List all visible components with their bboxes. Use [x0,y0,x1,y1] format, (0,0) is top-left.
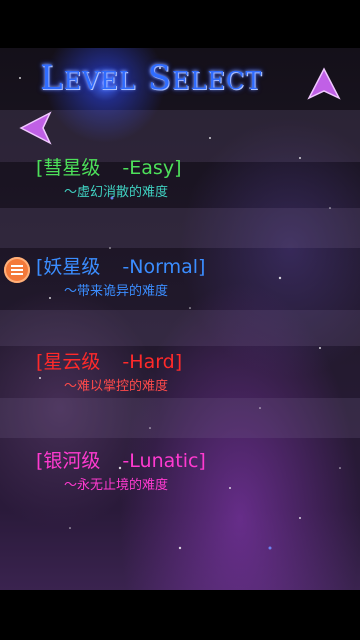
level-description: ～带来诡异的难度 [64,284,169,299]
level-description: ～虚幻消散的难度 [64,185,169,200]
top-black-bar [0,0,360,48]
page-title: Level Select [40,58,263,98]
level-rank-label: [星云级 [36,351,101,373]
level-rank-label: [银河级 [36,450,101,472]
triangle-up-icon[interactable] [306,66,342,102]
floating-menu-button[interactable] [4,257,30,283]
level-normal-button[interactable]: [妖星级 -Normal] ～带来诡异的难度 [36,255,336,301]
level-rank-label: [妖星级 [36,256,101,278]
level-difficulty-label: -Easy] [122,157,182,179]
level-hard-button[interactable]: [星云级 -Hard] ～难以掌控的难度 [36,350,336,396]
space-background [0,48,360,590]
level-lunatic-button[interactable]: [银河级 -Lunatic] ～永无止境的难度 [36,449,336,495]
level-description: ～难以掌控的难度 [64,379,169,394]
starfield [19,66,341,550]
level-name: [彗星级 -Easy] [36,156,336,180]
bottom-black-bar [0,590,360,640]
level-easy-button[interactable]: [彗星级 -Easy] ～虚幻消散的难度 [36,156,336,202]
level-name: [妖星级 -Normal] [36,255,336,279]
level-name: [星云级 -Hard] [36,350,336,374]
level-difficulty-label: -Lunatic] [122,450,206,472]
level-description: ～永无止境的难度 [64,478,169,493]
triangle-left-icon[interactable] [18,110,54,146]
level-name: [银河级 -Lunatic] [36,449,336,473]
level-difficulty-label: -Hard] [122,351,183,373]
level-rank-label: [彗星级 [36,157,101,179]
level-difficulty-label: -Normal] [122,256,206,278]
